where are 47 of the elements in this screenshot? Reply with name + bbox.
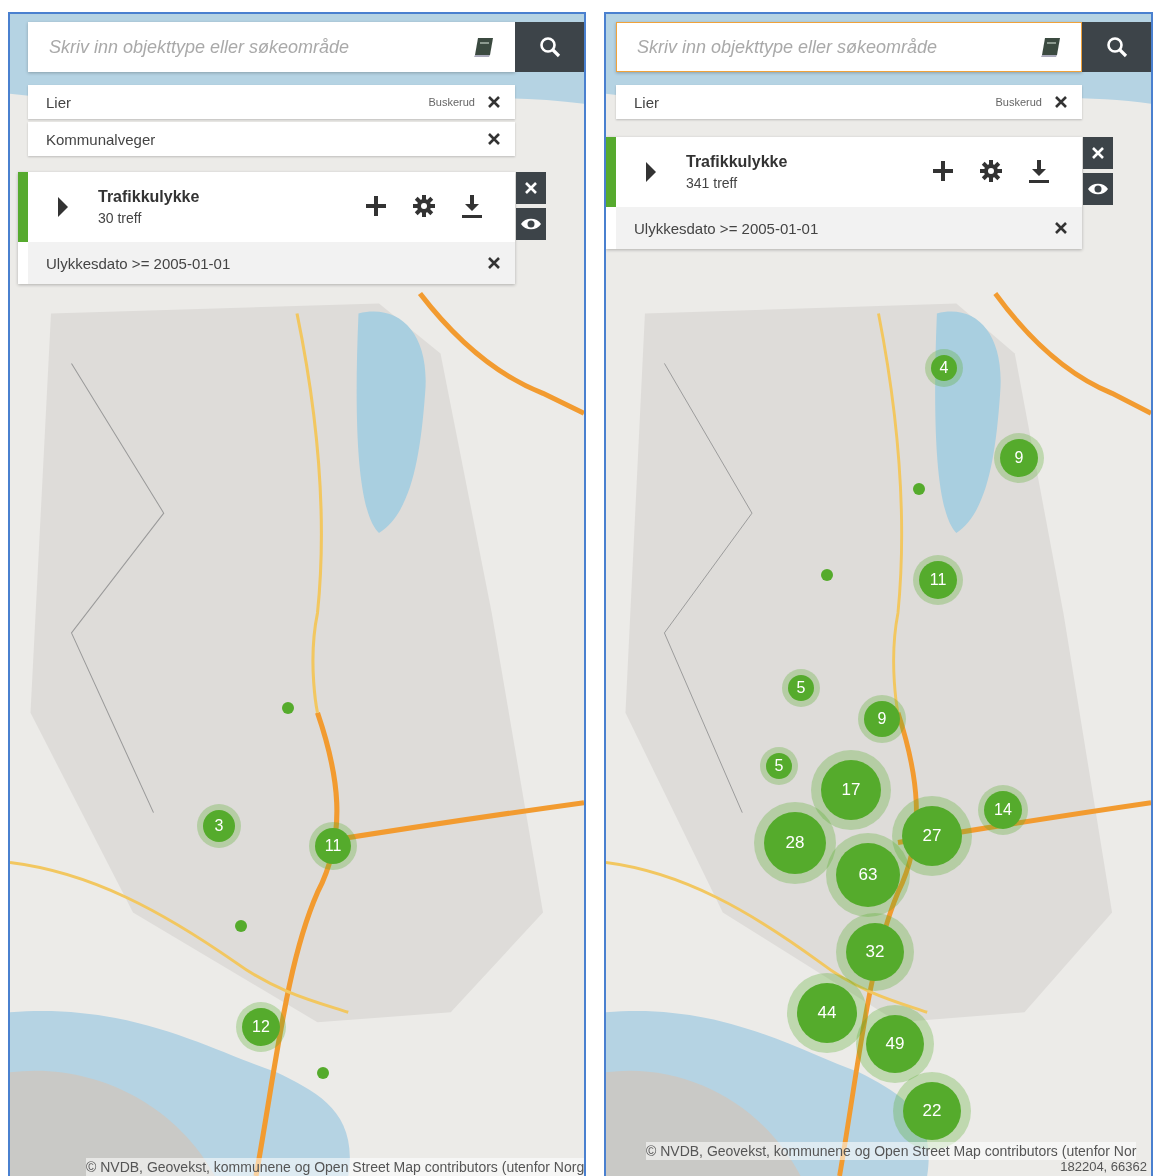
visibility-button[interactable] [516,208,546,240]
expand-icon[interactable] [646,162,656,182]
search-icon [537,35,562,59]
map-attribution: © NVDB, Geovekst, kommunene og Open Street Map contributors (utenfor Norg [86,1158,584,1176]
close-icon[interactable] [1054,95,1068,109]
eye-icon [1087,182,1109,196]
close-icon[interactable] [487,256,501,270]
eye-icon [520,217,542,231]
chip-label: Lier [46,93,72,111]
chip-label: Lier [634,93,660,111]
search-bar[interactable]: Skriv inn objekttype eller søkeområde [616,22,1082,72]
result-count: 341 treff [686,175,739,191]
search-button[interactable] [515,22,584,72]
filter-text: Ulykkesdato >= 2005-01-01 [46,254,232,272]
search-button[interactable] [1082,22,1151,72]
close-icon[interactable] [1054,221,1068,235]
layer-title: Trafikkulykke [98,188,201,206]
visibility-button[interactable] [1083,173,1113,205]
close-icon [1091,146,1105,160]
close-button[interactable] [516,172,546,204]
book-icon[interactable] [1039,35,1063,59]
filter-text: Ulykkesdato >= 2005-01-01 [634,219,820,237]
search-field[interactable]: Skriv inn objekttype eller søkeområde [47,23,472,71]
download-icon[interactable] [1028,160,1050,184]
layer-color-bar [18,172,28,242]
layer-color-bar [606,137,616,207]
search-icon [1104,35,1129,59]
add-icon[interactable] [365,195,387,217]
search-field[interactable]: Skriv inn objekttype eller søkeområde [635,23,1039,71]
layer-title: Trafikkulykke [686,153,789,171]
expand-icon[interactable] [58,197,68,217]
chip-label: Kommunalveger [46,130,157,148]
download-icon[interactable] [461,195,483,219]
result-count: 30 treff [98,210,143,226]
book-icon[interactable] [472,35,496,59]
close-icon [524,181,538,195]
chip-region: Buskerud [428,96,475,108]
settings-icon[interactable] [413,195,435,217]
search-bar[interactable]: Skriv inn objekttype eller søkeområde [28,22,515,72]
close-button[interactable] [1083,137,1113,169]
map-coordinates: 182204, 66362 [1060,1159,1147,1176]
map-attribution: © NVDB, Geovekst, kommunene og Open Street Map contributors (utenfor Nor [646,1142,1137,1160]
chip-region: Buskerud [995,96,1042,108]
close-icon[interactable] [487,95,501,109]
settings-icon[interactable] [980,160,1002,182]
close-icon[interactable] [487,132,501,146]
add-icon[interactable] [932,160,954,182]
